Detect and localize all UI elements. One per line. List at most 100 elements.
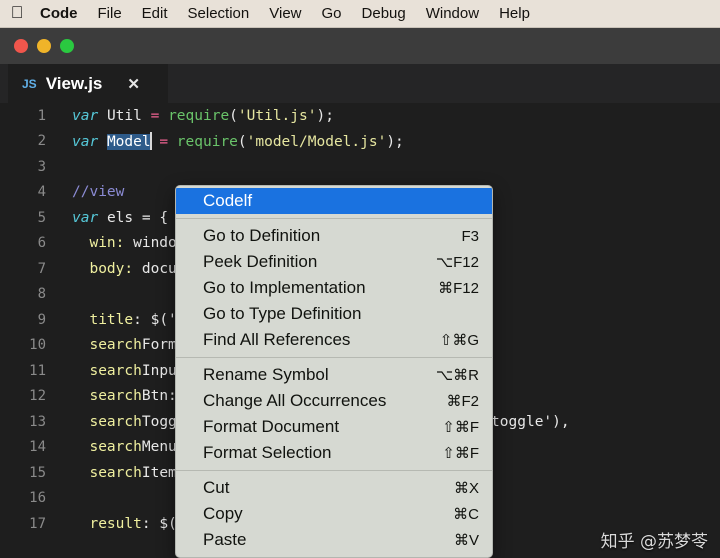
menu-item-label: Find All References [203, 330, 351, 349]
code-token: body: [89, 260, 134, 277]
menubar-item-view[interactable]: View [259, 5, 311, 22]
window-title-bar [0, 28, 720, 64]
menubar-item-window[interactable]: Window [416, 5, 489, 22]
menu-item-label: Paste [203, 530, 247, 549]
code-token: var [72, 209, 99, 226]
code-token: 'model/Model.js' [246, 134, 387, 151]
code-token: = { [133, 209, 169, 226]
watermark: 知乎 @苏梦苓 [600, 532, 708, 552]
code-token: search [89, 464, 142, 481]
tab-view-js[interactable]: JS View.js ✕ [8, 64, 168, 103]
code-token: search [89, 413, 142, 430]
context-menu-item-paste[interactable]: Paste ⌘V [176, 527, 492, 553]
context-menu-item-codelf[interactable]: Codelf [176, 188, 492, 214]
context-menu-item-peek-definition[interactable]: Peek Definition ⌥F12 [176, 249, 492, 275]
line-content: //view [60, 184, 124, 200]
code-line[interactable]: 1 var Util = require('Util.js'); [0, 103, 720, 129]
line-number: 16 [29, 490, 46, 507]
screen:  CodeFileEditSelectionViewGoDebugWindow… [0, 0, 720, 558]
menubar-item-selection[interactable]: Selection [178, 5, 260, 22]
context-menu-item-rename-symbol[interactable]: Rename Symbol ⌥⌘R [176, 362, 492, 388]
menu-item-shortcut: ⇧⌘F [442, 445, 479, 462]
menubar-item-code[interactable]: Code [34, 5, 88, 22]
line-number: 4 [37, 184, 46, 201]
menu-item-label: Go to Implementation [203, 278, 366, 297]
code-token: var [72, 134, 99, 151]
context-menu-item-go-to-implementation[interactable]: Go to Implementation ⌘F12 [176, 275, 492, 301]
menu-item-label: Go to Definition [203, 226, 321, 245]
window-controls [14, 39, 74, 53]
code-token: search [89, 388, 142, 405]
apple-logo-icon[interactable]:  [0, 4, 34, 24]
menu-item-shortcut: ⌥⌘R [435, 367, 479, 384]
context-menu-item-format-document[interactable]: Format Document ⇧⌘F [176, 414, 492, 440]
menu-item-shortcut: ⇧⌘F [442, 419, 479, 436]
menu-item-label: Copy [203, 504, 243, 523]
editor-tab-bar: JS View.js ✕ [0, 64, 720, 103]
code-token: require [176, 134, 238, 151]
menubar-item-go[interactable]: Go [312, 5, 352, 22]
code-token: ); [386, 134, 404, 151]
code-token: win: [89, 235, 125, 252]
context-menu-item-format-selection[interactable]: Format Selection ⇧⌘F [176, 440, 492, 466]
context-menu-item-copy[interactable]: Copy ⌘C [176, 501, 492, 527]
context-menu-item-find-all-references[interactable]: Find All References ⇧⌘G [176, 327, 492, 353]
line-number: 9 [37, 311, 46, 328]
menubar-item-help[interactable]: Help [489, 5, 540, 22]
maximize-window-button[interactable] [60, 39, 74, 53]
macos-menu-bar:  CodeFileEditSelectionViewGoDebugWindow… [0, 0, 720, 28]
line-number: 5 [37, 209, 46, 226]
menu-item-label: Rename Symbol [203, 365, 329, 384]
code-token: = [159, 134, 169, 151]
code-token: result [89, 515, 142, 532]
code-token: search [89, 439, 142, 456]
line-number: 12 [29, 388, 46, 405]
close-window-button[interactable] [14, 39, 28, 53]
code-line[interactable]: 2 var Model = require('model/Model.js'); [0, 129, 720, 155]
close-tab-icon[interactable]: ✕ [127, 75, 140, 93]
menubar-item-edit[interactable]: Edit [132, 5, 178, 22]
minimize-window-button[interactable] [37, 39, 51, 53]
context-menu-item-go-to-definition[interactable]: Go to Definition F3 [176, 223, 492, 249]
menu-item-shortcut: ⌘F2 [446, 393, 479, 410]
line-number: 6 [37, 235, 46, 252]
code-token: Model [106, 134, 151, 151]
editor-context-menu[interactable]: Codelf Go to Definition F3 Peek Definition ⌥… [175, 185, 493, 558]
menu-separator [176, 218, 492, 219]
vscode-window: JS View.js ✕ 1 var Util = require('Util.j… [0, 28, 720, 558]
line-number: 11 [29, 362, 46, 379]
menu-item-label: Go to Type Definition [203, 304, 362, 323]
menu-item-shortcut: F3 [461, 227, 479, 245]
code-token: require [168, 107, 230, 124]
code-token: ( [237, 134, 247, 151]
code-token: Util [106, 107, 142, 124]
menu-item-shortcut: ⌘V [453, 532, 479, 549]
context-menu-item-go-to-type-definition[interactable]: Go to Type Definition [176, 301, 492, 327]
line-number: 14 [29, 439, 46, 456]
menu-item-shortcut: ⌥F12 [435, 254, 479, 271]
context-menu-item-change-all-occurrences[interactable]: Change All Occurrences ⌘F2 [176, 388, 492, 414]
menu-item-shortcut: ⌘F12 [438, 280, 479, 297]
context-menu-item-cut[interactable]: Cut ⌘X [176, 475, 492, 501]
line-content: var Model = require('model/Model.js'); [60, 132, 404, 151]
line-number: 3 [37, 158, 46, 175]
menu-item-label: Format Document [203, 417, 340, 436]
menu-item-shortcut: ⌘C [453, 506, 479, 523]
line-number: 17 [29, 515, 46, 532]
menubar-item-debug[interactable]: Debug [352, 5, 416, 22]
code-line[interactable]: 3 [0, 154, 720, 180]
line-number: 1 [37, 107, 46, 124]
menubar-item-file[interactable]: File [88, 5, 132, 22]
